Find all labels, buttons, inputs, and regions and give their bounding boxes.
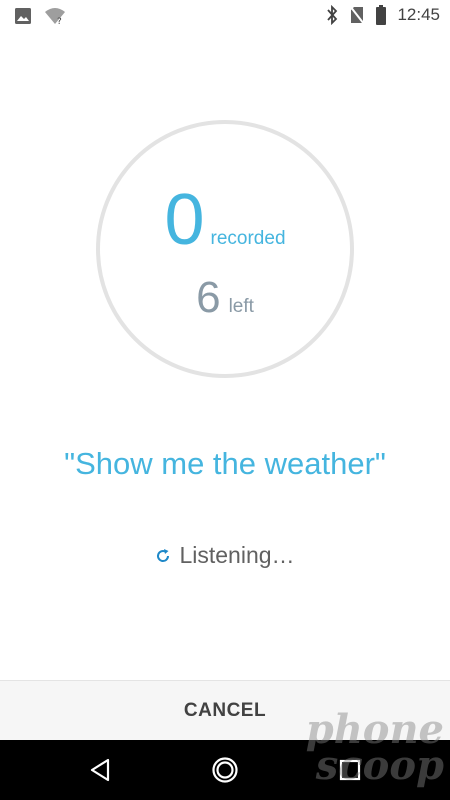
cancel-label: CANCEL (183, 699, 267, 721)
home-icon (211, 756, 239, 784)
image-notification-icon (14, 7, 32, 25)
recorded-label: recorded (210, 228, 286, 249)
wifi-unknown-icon: ? (44, 7, 66, 27)
left-label: left (228, 296, 254, 317)
battery-icon (375, 5, 387, 25)
status-time: 12:45 (397, 5, 440, 24)
home-button[interactable] (210, 755, 240, 785)
refresh-icon (155, 548, 171, 564)
bluetooth-icon (325, 4, 339, 26)
listening-text: Listening… (179, 542, 295, 568)
status-right: 12:45 (325, 4, 440, 26)
left-count: 6 (196, 273, 221, 322)
status-left: ? (14, 7, 66, 27)
watermark-line2: scoop (315, 742, 444, 789)
watermark-logo: phone scoop (306, 710, 444, 789)
recorded-counter: 0 recorded (100, 184, 350, 256)
svg-text:?: ? (57, 17, 62, 25)
status-bar: ? 12:45 (0, 0, 450, 32)
left-counter: 6 left (100, 276, 350, 320)
recorded-count: 0 (164, 180, 205, 260)
progress-ring: 0 recorded 6 left (96, 120, 354, 378)
listening-status: Listening… (0, 542, 450, 569)
no-sim-icon (349, 5, 366, 25)
back-button[interactable] (85, 755, 115, 785)
voice-phrase: "Show me the weather" (64, 446, 386, 481)
back-icon (89, 758, 111, 782)
